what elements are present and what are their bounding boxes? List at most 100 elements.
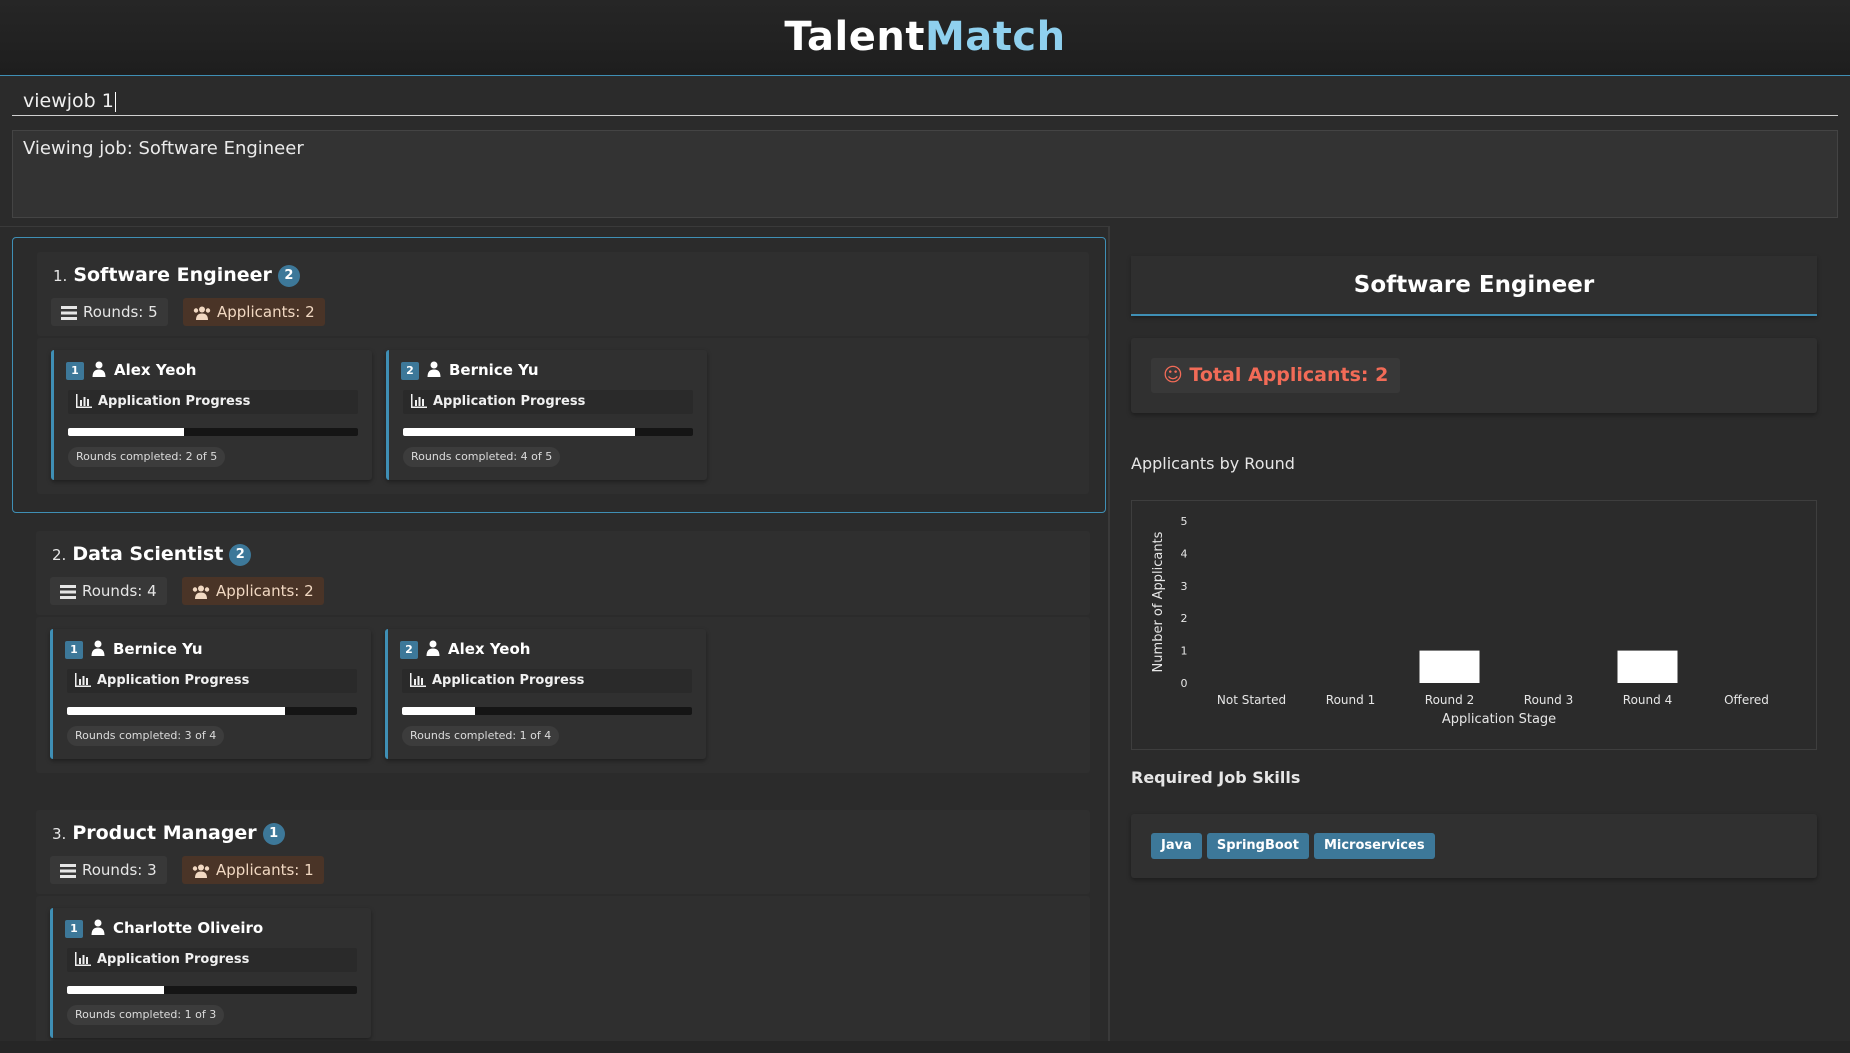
job-title-text: Software Engineer (73, 264, 272, 286)
progress-header: Application Progress (67, 948, 357, 972)
job-card[interactable]: 2. Data Scientist 2 Rounds: 4 Applicants: … (12, 517, 1106, 793)
x-tick-label: Round 1 (1326, 693, 1375, 707)
skills-list: Java SpringBoot Microservices (1151, 833, 1440, 859)
rounds-icon (60, 864, 76, 878)
progress-label: Application Progress (97, 673, 250, 688)
skill-tag: Microservices (1313, 833, 1435, 859)
person-icon (426, 640, 440, 656)
job-list-panel[interactable]: 1. Software Engineer 2 Rounds: 5 Applicant… (0, 226, 1108, 1042)
applicant-name: Bernice Yu (113, 640, 203, 658)
skill-tag: Java (1151, 833, 1202, 859)
bar-chart-icon (411, 394, 427, 408)
progress-fill (403, 428, 635, 436)
logo-part1: Talent (784, 14, 925, 60)
rounds-text: Rounds: 3 (82, 861, 157, 879)
applicant-card[interactable]: 2 Bernice Yu Application Progress Rounds… (386, 350, 707, 480)
progress-header: Application Progress (68, 390, 358, 414)
command-input[interactable]: viewjob 1 (12, 86, 1838, 116)
progress-label: Application Progress (432, 673, 585, 688)
bar-chart-icon (76, 394, 92, 408)
y-tick-label: 4 (1181, 547, 1188, 560)
x-axis-label: Application Stage (1442, 712, 1556, 727)
smiley-icon: ☺ (1163, 364, 1190, 386)
job-card[interactable]: 1. Software Engineer 2 Rounds: 5 Applicant… (12, 237, 1106, 513)
detail-title: Software Engineer (1131, 256, 1817, 316)
x-tick-label: Offered (1724, 693, 1769, 707)
rounds-pill: Rounds: 3 (50, 856, 167, 884)
chart-heading: Applicants by Round (1131, 454, 1295, 473)
rounds-pill: Rounds: 5 (51, 298, 168, 326)
applicant-card[interactable]: 1 Charlotte Oliveiro Application Progres… (50, 908, 371, 1038)
app-header: TalentMatch (0, 0, 1850, 76)
job-index: 1. (53, 267, 68, 285)
progress-fill (68, 428, 184, 436)
applicant-name: Charlotte Oliveiro (113, 919, 264, 937)
progress-header: Application Progress (402, 669, 692, 693)
job-card[interactable]: 3. Product Manager 1 Rounds: 3 Applicants:… (12, 796, 1106, 1042)
applicants-text: Applicants: 2 (216, 582, 314, 600)
job-title-text: Product Manager (72, 822, 257, 844)
progress-bar (402, 707, 692, 715)
total-applicants-pill: ☺ Total Applicants: 2 (1151, 358, 1401, 393)
applicants-chart: 0 1 2 3 4 5 Not Started Round 1 Round 2 Round 3 Ro… (1131, 500, 1817, 750)
rounds-completed: Rounds completed: 1 of 3 (67, 1005, 225, 1025)
applicant-count-badge: 2 (277, 265, 300, 287)
applicant-number: 1 (66, 362, 84, 380)
job-title: 3. Product Manager 1 (52, 822, 285, 845)
skills-card: Java SpringBoot Microservices (1131, 814, 1817, 878)
job-index: 3. (52, 825, 67, 843)
applicant-number: 1 (65, 641, 83, 659)
rounds-text: Rounds: 4 (82, 582, 157, 600)
bar-chart-icon (410, 673, 426, 687)
logo-part2: Match (924, 14, 1066, 60)
status-bar (0, 1041, 1850, 1053)
rounds-completed: Rounds completed: 3 of 4 (67, 726, 225, 746)
y-axis-label: Number of Applicants (1151, 531, 1166, 672)
progress-label: Application Progress (433, 394, 586, 409)
job-header: 1. Software Engineer 2 Rounds: 5 Applicant… (37, 252, 1089, 336)
x-tick-label: Round 2 (1425, 693, 1474, 707)
total-applicants-card: ☺ Total Applicants: 2 (1131, 338, 1817, 413)
applicant-card[interactable]: 1 Bernice Yu Application Progress Rounds… (50, 629, 371, 759)
job-title-text: Data Scientist (72, 543, 224, 565)
bar-chart-icon (75, 673, 91, 687)
job-detail-panel: Software Engineer ☺ Total Applicants: 2 … (1112, 226, 1850, 1041)
progress-header: Application Progress (403, 390, 693, 414)
result-display: Viewing job: Software Engineer (12, 130, 1838, 218)
person-icon (91, 919, 105, 935)
job-header: 3. Product Manager 1 Rounds: 3 Applicants:… (36, 810, 1090, 894)
y-tick-label: 2 (1181, 612, 1188, 625)
applicant-card[interactable]: 2 Alex Yeoh Application Progress Rounds … (385, 629, 706, 759)
users-icon (192, 585, 210, 599)
chart-bar (1419, 650, 1480, 683)
chart-bar (1617, 650, 1678, 683)
text-caret (114, 91, 116, 112)
rounds-completed: Rounds completed: 4 of 5 (403, 447, 561, 467)
job-header: 2. Data Scientist 2 Rounds: 4 Applicants: … (36, 531, 1090, 615)
progress-fill (67, 986, 164, 994)
person-icon (427, 361, 441, 377)
rounds-icon (60, 585, 76, 599)
job-index: 2. (52, 546, 67, 564)
split-divider[interactable] (1108, 226, 1110, 1041)
applicants-pill: Applicants: 2 (183, 298, 325, 326)
person-icon (92, 361, 106, 377)
applicants-list: 1 Charlotte Oliveiro Application Progres… (36, 896, 1090, 1042)
applicant-name: Alex Yeoh (114, 361, 197, 379)
progress-bar (67, 707, 357, 715)
y-tick-label: 3 (1181, 580, 1188, 593)
app-logo: TalentMatch (784, 14, 1065, 60)
applicant-count-badge: 2 (229, 544, 252, 566)
applicants-text: Applicants: 1 (216, 861, 314, 879)
rounds-text: Rounds: 5 (83, 303, 158, 321)
applicants-pill: Applicants: 1 (182, 856, 324, 884)
applicants-list: 1 Alex Yeoh Application Progress Rounds … (37, 338, 1089, 494)
applicant-card[interactable]: 1 Alex Yeoh Application Progress Rounds … (51, 350, 372, 480)
progress-fill (402, 707, 475, 715)
progress-bar (67, 986, 357, 994)
total-applicants-text: Total Applicants: 2 (1189, 364, 1389, 386)
job-title: 2. Data Scientist 2 (52, 543, 252, 566)
x-tick-label: Round 3 (1524, 693, 1573, 707)
result-text: Viewing job: Software Engineer (23, 138, 304, 159)
skills-heading: Required Job Skills (1131, 768, 1301, 787)
